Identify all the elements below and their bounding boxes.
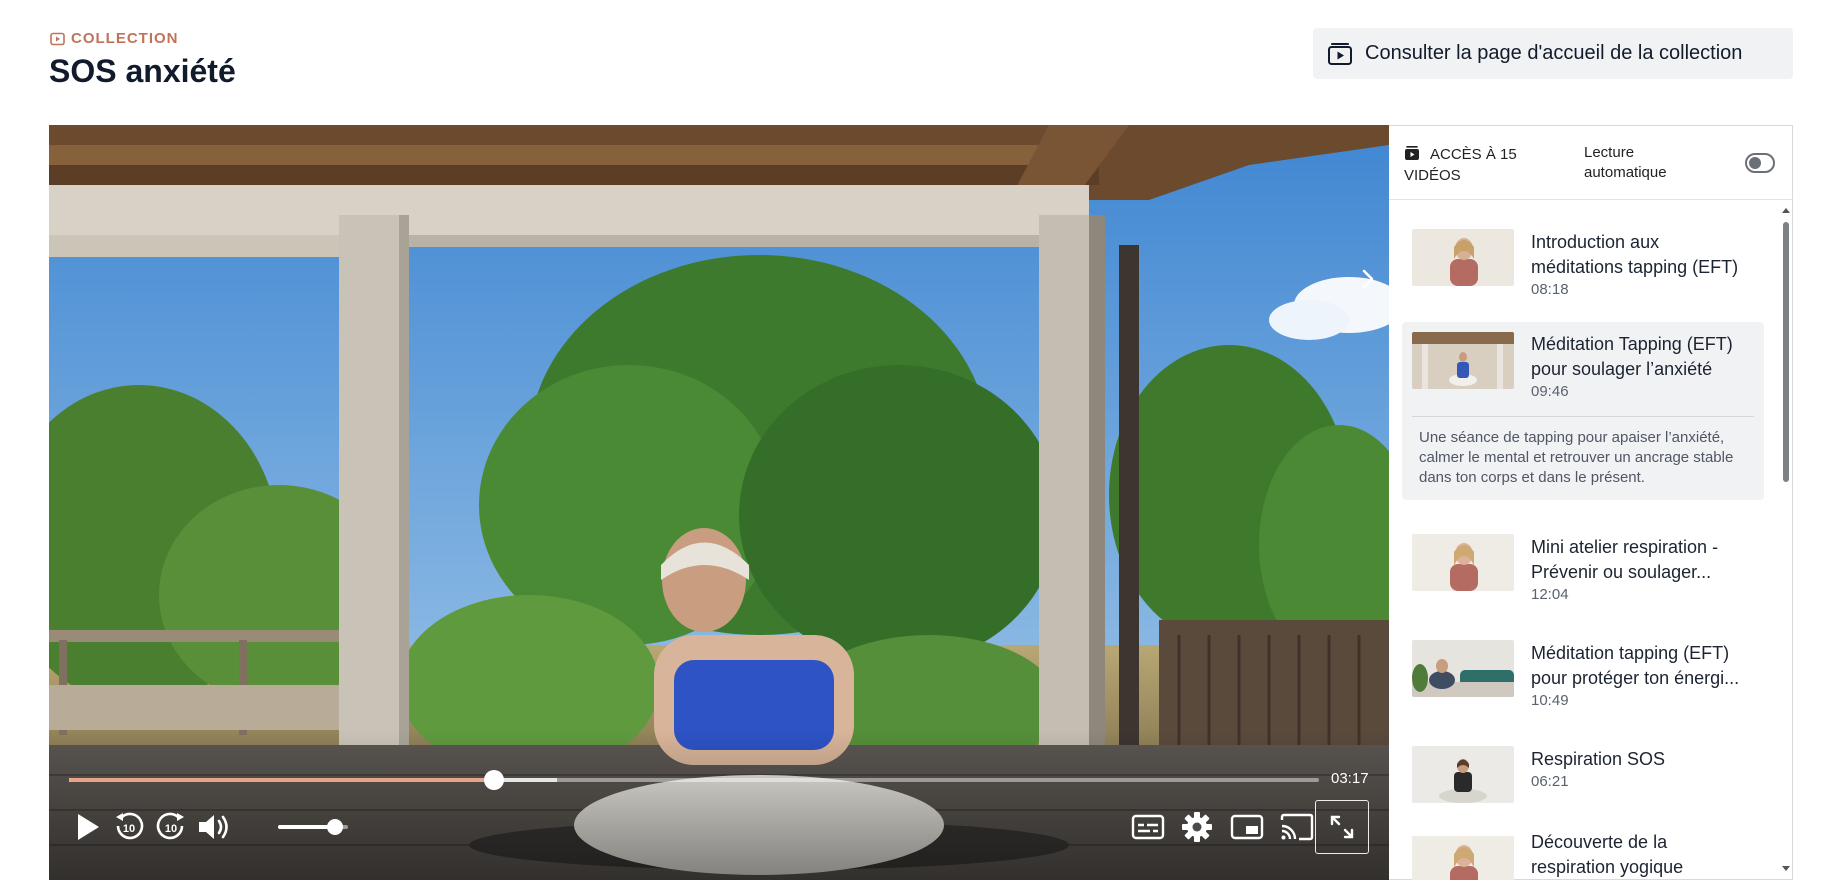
mute-button[interactable]	[192, 805, 236, 849]
video-thumbnail	[1412, 332, 1514, 389]
playlist-item[interactable]: Introduction aux méditations tapping (EF…	[1402, 221, 1764, 306]
page-title: SOS anxiété	[49, 53, 236, 89]
video-title: Respiration SOS	[1531, 749, 1666, 769]
autoplay-toggle-knob	[1749, 157, 1761, 169]
playlist-item[interactable]: Mini atelier respiration - Prévenir ou s…	[1402, 526, 1764, 611]
svg-text:10: 10	[123, 823, 135, 835]
subtitles-button[interactable]	[1126, 805, 1170, 849]
cast-button[interactable]	[1275, 805, 1319, 849]
video-thumbnail	[1412, 229, 1514, 286]
access-label: ACCÈS À 15 VIDÉOS	[1404, 146, 1517, 184]
playlist-sidebar: ACCÈS À 15 VIDÉOS Lecture automatique In…	[1389, 125, 1793, 880]
playlist-item-active[interactable]: Méditation Tapping (EFT) pour soulager l…	[1402, 322, 1764, 500]
svg-text:10: 10	[165, 823, 177, 835]
volume-icon	[199, 815, 228, 839]
video-thumbnail	[1412, 640, 1514, 697]
playlist-header: ACCÈS À 15 VIDÉOS Lecture automatique	[1389, 126, 1793, 200]
settings-button[interactable]	[1175, 805, 1219, 849]
fullscreen-icon	[1330, 815, 1354, 839]
play-icon	[78, 814, 99, 840]
collection-icon	[50, 32, 65, 45]
rewind-10-button[interactable]: 10	[107, 805, 151, 849]
cast-icon	[1280, 813, 1314, 841]
scroll-down-arrow-icon[interactable]	[1782, 866, 1790, 871]
collection-home-icon	[1328, 42, 1352, 65]
autoplay-label: Lecture automatique	[1584, 144, 1667, 181]
collection-home-button[interactable]: Consulter la page d'accueil de la collec…	[1313, 28, 1793, 79]
autoplay-toggle[interactable]	[1745, 153, 1775, 173]
video-title: Méditation tapping (EFT) pour protéger t…	[1531, 643, 1740, 688]
next-video-chevron-icon[interactable]	[1359, 268, 1377, 290]
video-title: Découverte de la respiration yogique	[1531, 832, 1684, 877]
video-duration: 06:21	[1531, 773, 1569, 790]
video-duration: 10:49	[1531, 692, 1569, 709]
playlist-item[interactable]: Respiration SOS 06:21	[1402, 738, 1764, 823]
collection-tag-label: COLLECTION	[71, 30, 179, 47]
video-thumbnail	[1412, 746, 1514, 803]
forward-10-button[interactable]: 10	[149, 805, 193, 849]
video-title: Méditation Tapping (EFT) pour soulager l…	[1531, 334, 1733, 379]
description-divider	[1412, 416, 1754, 417]
scroll-thumb[interactable]	[1783, 222, 1789, 482]
video-player[interactable]: 03:17 10 10	[49, 125, 1389, 880]
playlist-item[interactable]: Méditation tapping (EFT) pour protéger t…	[1402, 632, 1764, 717]
collection-tag: COLLECTION	[50, 30, 179, 47]
picture-in-picture-icon	[1230, 814, 1264, 840]
fullscreen-button[interactable]	[1315, 800, 1369, 854]
progress-played	[69, 778, 494, 782]
settings-icon	[1182, 812, 1212, 842]
collection-home-label: Consulter la page d'accueil de la collec…	[1365, 42, 1743, 64]
playlist-scrollbar[interactable]	[1782, 206, 1790, 876]
video-title: Introduction aux méditations tapping (EF…	[1531, 232, 1739, 277]
video-stack-icon	[1405, 146, 1419, 160]
picture-in-picture-button[interactable]	[1225, 805, 1269, 849]
progress-bar[interactable]	[69, 770, 1319, 790]
video-thumbnail	[1412, 836, 1514, 880]
video-description: Une séance de tapping pour apaiser l’anx…	[1419, 429, 1734, 486]
scroll-up-arrow-icon[interactable]	[1782, 208, 1790, 213]
subtitles-icon	[1131, 814, 1165, 840]
volume-slider[interactable]	[278, 819, 348, 835]
video-duration: 09:46	[1531, 383, 1569, 400]
rewind-10-icon: 10	[116, 812, 144, 840]
video-duration: 08:18	[1531, 281, 1569, 298]
progress-handle[interactable]	[484, 770, 504, 790]
playlist-item[interactable]: Découverte de la respiration yogique	[1402, 830, 1764, 880]
video-title: Mini atelier respiration - Prévenir ou s…	[1531, 537, 1719, 582]
video-duration: 12:04	[1531, 586, 1569, 603]
play-button[interactable]	[65, 805, 109, 849]
forward-10-icon: 10	[156, 812, 184, 840]
current-time: 03:17	[1331, 770, 1369, 787]
access-label-wrap: ACCÈS À 15 VIDÉOS	[1404, 144, 1564, 186]
video-thumbnail	[1412, 534, 1514, 591]
